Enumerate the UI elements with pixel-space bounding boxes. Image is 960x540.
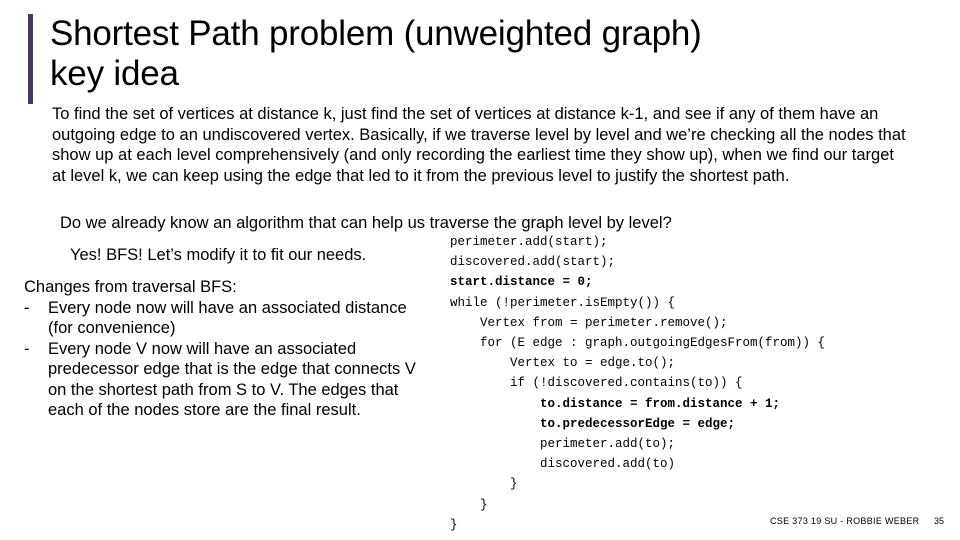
key-idea-paragraph: To find the set of vertices at distance … <box>52 105 906 185</box>
code-line: to.distance = from.distance + 1; <box>450 396 781 411</box>
code-line: discovered.add(start); <box>450 255 616 270</box>
list-item: - Every node V now will have an associat… <box>24 339 424 421</box>
code-line: if (!discovered.contains(to)) { <box>450 376 743 391</box>
page-title: Shortest Path problem (unweighted graph)… <box>50 14 702 93</box>
bullet-dash-icon: - <box>24 298 30 317</box>
answer-paragraph: Yes! BFS! Let’s modify it to fit our nee… <box>70 246 367 264</box>
code-line: start.distance = 0; <box>450 275 593 290</box>
code-line: to.predecessorEdge = edge; <box>450 416 736 431</box>
footer-page-number: 35 <box>934 516 945 526</box>
title-accent-bar <box>28 14 33 104</box>
footer-credit: CSE 373 19 SU - ROBBIE WEBER <box>770 516 920 526</box>
changes-list: - Every node now will have an associated… <box>24 298 424 421</box>
code-line: Vertex from = perimeter.remove(); <box>450 315 728 330</box>
code-line: perimeter.add(to); <box>450 437 676 452</box>
list-item: - Every node now will have an associated… <box>24 298 424 339</box>
code-line: Vertex to = edge.to(); <box>450 356 676 371</box>
code-block: perimeter.add(start); discovered.add(star… <box>450 232 950 535</box>
changes-block: Changes from traversal BFS: - Every node… <box>24 277 424 421</box>
code-line: } <box>450 477 518 492</box>
list-item-label: Every node now will have an associated d… <box>48 298 407 338</box>
code-line: perimeter.add(start); <box>450 235 608 249</box>
code-line: while (!perimeter.isEmpty()) { <box>450 295 676 310</box>
code-line: for (E edge : graph.outgoingEdgesFrom(fr… <box>450 336 826 351</box>
list-item-label: Every node V now will have an associated… <box>48 339 416 420</box>
code-line: discovered.add(to) <box>450 457 676 472</box>
bullet-dash-icon: - <box>24 339 30 358</box>
code-line: } <box>450 497 488 512</box>
question-paragraph: Do we already know an algorithm that can… <box>60 214 672 232</box>
changes-heading: Changes from traversal BFS: <box>24 278 237 296</box>
slide: Shortest Path problem (unweighted graph)… <box>0 0 960 540</box>
